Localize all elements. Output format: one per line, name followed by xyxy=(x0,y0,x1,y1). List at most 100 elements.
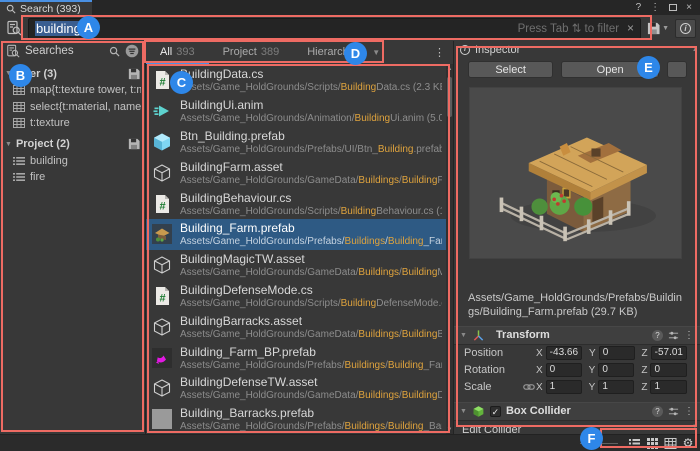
rotation-x-field[interactable]: 0 xyxy=(546,363,582,377)
result-row[interactable]: #BuildingData.csAssets/Game_HoldGrounds/… xyxy=(146,65,446,96)
list-view-icon[interactable] xyxy=(627,436,641,450)
fold-icon[interactable]: ▼ xyxy=(460,408,467,415)
axis-label: Z xyxy=(642,348,648,359)
item-size-slider[interactable] xyxy=(580,438,618,448)
settings-icon[interactable]: ⚙ xyxy=(681,436,695,450)
sidebar-group-header[interactable]: ▼ Project (2) xyxy=(0,136,145,153)
edit-collider-label[interactable]: Edit Collider xyxy=(462,424,700,434)
scroll-down-icon[interactable]: ▼ xyxy=(446,427,453,433)
result-row[interactable]: BuildingDefenseTW.assetAssets/Game_HoldG… xyxy=(146,373,446,404)
scale-y-field[interactable]: 1 xyxy=(598,380,634,394)
section-kebab-icon[interactable]: ⋮ xyxy=(684,330,694,341)
sidebar-group-header[interactable]: ▼User (3) xyxy=(0,65,145,82)
results-panel: All393Project389Hierarchy ▼ ⋮ #BuildingD… xyxy=(146,41,453,434)
more-button[interactable] xyxy=(667,61,687,78)
result-name: BuildingDefenseMode.cs xyxy=(180,283,442,297)
section-title: Box Collider xyxy=(506,405,571,417)
fold-icon[interactable]: ▼ xyxy=(5,141,12,148)
window-tab-search[interactable]: Search (393) xyxy=(0,0,92,15)
fold-icon[interactable]: ▼ xyxy=(460,332,467,339)
sidebar-item-building[interactable]: building xyxy=(0,153,145,170)
result-row[interactable]: Building_Barracks.prefabAssets/Game_Hold… xyxy=(146,404,446,434)
help-icon[interactable]: ? xyxy=(636,2,642,13)
sidebar-item-fire[interactable]: fire xyxy=(0,169,145,186)
scale-x-field[interactable]: 1 xyxy=(546,380,582,394)
result-path: Assets/Game_HoldGrounds/GameData/Buildin… xyxy=(180,329,442,340)
asset-file-icon xyxy=(151,316,173,338)
unity-search-window: Search (393) ? ⋮ × building Press Tab ⇅ … xyxy=(0,0,700,451)
saved-searches-panel: Searches ▼User (3)map{t:texture tower, t… xyxy=(0,41,146,434)
close-icon[interactable]: × xyxy=(686,2,692,13)
position-x-field[interactable]: -43.66 xyxy=(546,346,582,360)
result-row[interactable]: Btn_Building.prefabAssets/Game_HoldGroun… xyxy=(146,127,446,158)
result-row[interactable]: Building_Farm.prefabAssets/Game_HoldGrou… xyxy=(146,219,446,250)
sidebar-group-label: Project (2) xyxy=(16,138,124,150)
tab-label: Hierarchy xyxy=(307,46,354,58)
save-search-button[interactable]: ▼ xyxy=(645,22,671,35)
help-icon[interactable]: ? xyxy=(652,330,663,341)
tabs-dropdown-icon[interactable]: ▼ xyxy=(368,41,384,64)
result-name: BuildingUi.anim xyxy=(180,98,442,112)
maximize-icon[interactable] xyxy=(669,4,677,11)
position-y-field[interactable]: 0 xyxy=(599,346,635,360)
enabled-checkbox[interactable]: ✓ xyxy=(490,406,501,417)
presets-icon[interactable] xyxy=(668,406,679,417)
scroll-down-icon[interactable]: ▼ xyxy=(692,424,698,430)
scroll-up-icon[interactable]: ▲ xyxy=(446,66,453,72)
axis-label: Y xyxy=(589,348,596,359)
result-row[interactable]: BuildingBarracks.assetAssets/Game_HoldGr… xyxy=(146,311,446,342)
clear-search-icon[interactable]: × xyxy=(627,21,634,35)
result-row[interactable]: BuildingFarm.assetAssets/Game_HoldGround… xyxy=(146,157,446,188)
tab-all[interactable]: All393 xyxy=(146,41,209,64)
rotation-z-field[interactable]: 0 xyxy=(650,363,687,377)
result-row[interactable]: BuildingMagicTW.assetAssets/Game_HoldGro… xyxy=(146,250,446,281)
svg-text:#: # xyxy=(159,292,165,304)
result-row[interactable]: #BuildingDefenseMode.csAssets/Game_HoldG… xyxy=(146,281,446,312)
cs-file-icon: # xyxy=(151,193,173,215)
toggle-inspector-button[interactable]: i xyxy=(675,19,696,38)
search-icon[interactable] xyxy=(109,46,120,57)
inspector-title: Inspector xyxy=(475,44,520,56)
link-scale-icon[interactable] xyxy=(523,381,535,393)
tab-label: Project xyxy=(223,46,257,58)
slider-knob[interactable] xyxy=(588,439,596,447)
results-scrollbar[interactable]: ▲ ▼ xyxy=(446,65,453,434)
sidebar-item-t-texture[interactable]: t:texture xyxy=(0,115,145,132)
position-z-field[interactable]: -57.01 xyxy=(651,346,687,360)
presets-icon[interactable] xyxy=(668,330,679,341)
help-icon[interactable]: ? xyxy=(652,406,663,417)
scroll-up-icon[interactable]: ▲ xyxy=(692,47,698,53)
fold-icon[interactable]: ▼ xyxy=(5,70,12,77)
menu-kebab-icon[interactable]: ⋮ xyxy=(650,2,660,13)
asset-file-icon xyxy=(151,162,173,184)
result-name: Building_Farm.prefab xyxy=(180,221,442,235)
result-row[interactable]: Building_Farm_BP.prefabAssets/Game_HoldG… xyxy=(146,342,446,373)
result-row[interactable]: BuildingUi.animAssets/Game_HoldGrounds/A… xyxy=(146,96,446,127)
sidebar-item-select-t-material-na[interactable]: select{t:material, name, # xyxy=(0,99,145,116)
scrollbar-thumb[interactable] xyxy=(447,77,452,117)
svg-text:#: # xyxy=(159,77,165,89)
grid-view-icon[interactable] xyxy=(645,436,659,450)
result-row[interactable]: #BuildingBehaviour.csAssets/Game_HoldGro… xyxy=(146,188,446,219)
tab-count: 393 xyxy=(176,46,194,58)
box-collider-section-header[interactable]: ▼ ✓ Box Collider ? ⋮ xyxy=(454,402,700,421)
transform-row-position: PositionX-43.66Y0Z-57.01 xyxy=(454,345,700,362)
search-input[interactable]: building Press Tab ⇅ to filter × xyxy=(28,18,641,39)
filter-icon[interactable] xyxy=(125,44,139,58)
tab-hierarchy[interactable]: Hierarchy xyxy=(293,41,368,64)
saved-searches-toggle-button[interactable] xyxy=(4,18,24,38)
table-view-icon[interactable] xyxy=(663,436,677,450)
rotation-y-field[interactable]: 0 xyxy=(598,363,634,377)
results-menu-kebab-icon[interactable]: ⋮ xyxy=(426,41,453,64)
sidebar-item-map-t-texture-tower-[interactable]: map{t:texture tower, t:ma xyxy=(0,82,145,99)
section-kebab-icon[interactable]: ⋮ xyxy=(684,406,694,417)
result-name: BuildingFarm.asset xyxy=(180,160,442,174)
select-button[interactable]: Select xyxy=(468,61,553,78)
open-button[interactable]: Open xyxy=(561,61,659,78)
transform-section-header[interactable]: ▼ Transform ? ⋮ xyxy=(454,326,700,345)
tab-project[interactable]: Project389 xyxy=(209,41,294,64)
scale-z-field[interactable]: 1 xyxy=(650,380,687,394)
farm-file-icon xyxy=(151,223,173,245)
window-title: Search (393) xyxy=(20,3,81,15)
cs-file-icon: # xyxy=(151,285,173,307)
